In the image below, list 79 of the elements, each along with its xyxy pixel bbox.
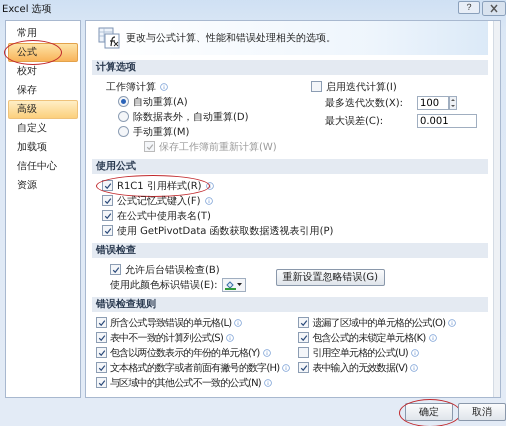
info-icon [264,378,272,386]
checkbox[interactable] [96,332,107,343]
sidebar-item[interactable]: 常用 [8,24,78,43]
info-icon [262,348,271,356]
sidebar-item[interactable]: 资源 [8,176,78,195]
window-title: Excel 选项 [2,2,52,16]
checkbox-label: R1C1 引用样式(R) [117,180,202,192]
checkbox-label: 启用迭代计算(I) [326,80,397,94]
checkbox-label: 公式记忆式键入(F) [117,194,201,208]
checkbox[interactable] [102,210,113,221]
info-icon [282,364,290,372]
spinner-icon[interactable] [449,96,457,110]
sidebar-item[interactable]: 保存 [8,81,78,100]
help-button[interactable]: ? [458,1,480,14]
checkbox[interactable] [96,377,107,388]
radio-label: 自动重算(A) [133,96,188,108]
checkbox-label: 保存工作簿前重新计算(W) [159,140,277,154]
reset-button[interactable]: 重新设置忽略错误(G) [276,268,386,286]
checkbox-label: 允许后台错误检查(B) [125,264,220,276]
scrollbar[interactable] [493,21,500,397]
formula-icon [98,27,120,49]
field-label: 最大误差(C): [325,114,384,128]
info-icon [410,364,418,372]
checkbox-label: 包含以两位数表示的年份的单元格(Y) [110,346,260,360]
radio-label: 除数据表外，自动重算(D) [133,110,249,124]
checkbox-label: 与区域中的其他公式不一致的公式(N) [110,376,261,390]
color-picker-button[interactable] [222,278,246,292]
radio-button[interactable] [118,111,129,122]
checkbox[interactable] [96,362,107,373]
checkbox-label: 所含公式导致错误的单元格(L) [110,316,232,330]
input-field[interactable]: 0.001 [417,114,477,128]
caret-icon [237,282,242,286]
field-label: 使用此颜色标识错误(E): [110,278,218,292]
info-icon [226,334,234,342]
section-header: 错误检查 [92,243,488,258]
sidebar-item[interactable]: 高级 [8,100,78,119]
radio-button[interactable] [118,96,129,107]
info-icon [448,318,456,326]
checkbox-label: 引用空单元格的公式(U) [312,346,408,360]
number-field[interactable]: 100 [417,96,449,110]
checkbox-label: 包含公式的未锁定单元格(K) [312,332,426,344]
radio-label: 手动重算(M) [133,126,190,138]
sidebar-item[interactable]: 加载项 [8,138,78,157]
checkbox-label: 表中不一致的计算列公式(S) [110,332,223,344]
section-header: 使用公式 [92,159,488,174]
info-icon [428,334,436,342]
group-label: 工作簿计算 [106,80,156,94]
info-icon [410,348,419,356]
checkbox[interactable] [311,81,322,92]
checkbox[interactable] [298,347,310,358]
checkbox[interactable] [102,180,113,191]
checkbox[interactable] [298,362,310,373]
checkbox[interactable] [110,264,121,275]
info-icon [160,82,168,90]
field-label: 最多迭代次数(X): [325,96,404,110]
checkbox-label: 使用 GetPivotData 函数获取数据透视表引用(P) [117,224,334,238]
paint-bucket-icon [225,280,236,290]
info-icon [234,318,242,326]
checkbox[interactable] [96,317,107,328]
close-icon[interactable] [482,1,506,16]
sidebar-item[interactable]: 校对 [8,62,78,81]
header-text: 更改与公式计算、性能和错误处理相关的选项。 [126,32,336,45]
checkbox[interactable] [96,347,107,358]
section-header: 计算选项 [92,60,488,75]
dialog-button[interactable]: 确定 [405,403,453,421]
section-header: 错误检查规则 [92,297,488,312]
sidebar-item[interactable]: 自定义 [8,119,78,138]
checkbox[interactable] [298,317,310,328]
checkbox-label: 遗漏了区域中的单元格的公式(O) [312,316,446,330]
checkbox-label: 文本格式的数字或者前面有撇号的数字(H) [110,362,280,374]
sidebar-item[interactable]: 公式 [8,43,78,62]
checkbox[interactable] [298,332,310,343]
radio-button[interactable] [118,126,129,137]
sidebar-item[interactable]: 信任中心 [8,157,78,176]
dialog-button[interactable]: 取消 [458,403,506,421]
checkbox[interactable] [102,225,113,236]
checkbox-label: 在公式中使用表名(T) [117,210,211,222]
checkbox[interactable] [102,195,113,206]
checkbox-label: 表中输入的无效数据(V) [312,362,408,374]
